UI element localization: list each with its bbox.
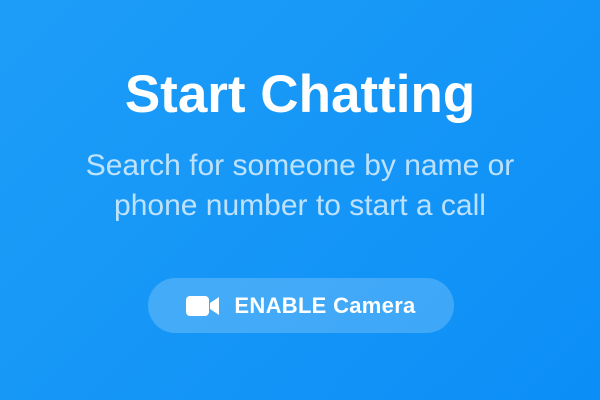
video-camera-icon <box>186 295 220 317</box>
empty-state-title: Start Chatting <box>124 65 476 124</box>
empty-state-subtitle: Search for someone by name or phone numb… <box>85 149 515 222</box>
empty-state-screen: Start Chatting Search for someone by nam… <box>0 0 600 400</box>
enable-camera-button[interactable]: ENABLE Camera <box>148 278 454 333</box>
enable-camera-label: ENABLE Camera <box>234 292 416 318</box>
